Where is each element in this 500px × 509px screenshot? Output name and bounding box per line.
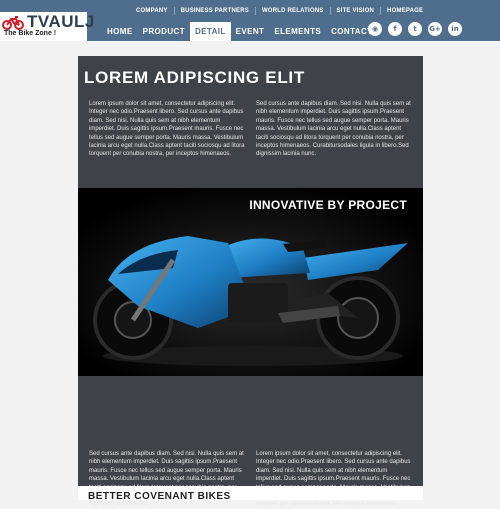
next-section-title: BETTER COVENANT BIKES [88,491,231,502]
motorcycle-image [78,188,423,376]
article-title: LOREM ADIPISCING ELIT [84,68,305,87]
util-link-company[interactable]: COMPANY [130,7,174,15]
intro-left-text: Lorem ipsum dolor sit amet, consectetur … [89,101,245,158]
motorcycle-photo: INNOVATIVE BY PROJECT [78,188,423,376]
article-header: LOREM ADIPISCING ELIT Lorem ipsum dolor … [78,56,423,188]
outro-right-text: Lorem ipsum dolor sit amet, consectetur … [256,451,411,508]
top-header: TVAULJ The Bike Zone ! COMPANY BUSINESS … [0,0,500,41]
intro-right-text: Sed cursus ante dapibus diam. Sed nisi. … [256,101,411,158]
nav-event[interactable]: EVENT [231,22,270,41]
google-plus-icon[interactable]: G+ [428,22,442,36]
brand-tagline: The Bike Zone ! [4,30,57,37]
nav-elements[interactable]: ELEMENTS [269,22,326,41]
util-link-world-relations[interactable]: WORLD RELATIONS [254,7,330,15]
brand-name: TVAULJ [27,12,95,31]
logo[interactable]: TVAULJ The Bike Zone ! [0,12,94,41]
article-footer: Sed cursus ante dapibus diam. Sed nisi. … [78,376,423,507]
image-caption: INNOVATIVE BY PROJECT [249,198,407,212]
article-card: LOREM ADIPISCING ELIT Lorem ipsum dolor … [78,56,423,507]
linkedin-icon[interactable]: in [448,22,462,36]
util-link-site-vision[interactable]: SITE VISION [329,7,381,15]
utility-nav: COMPANY BUSINESS PARTNERS WORLD RELATION… [130,7,429,15]
next-section: BETTER COVENANT BIKES [78,486,423,502]
twitter-icon[interactable]: t [408,22,422,36]
facebook-icon[interactable]: f [388,22,402,36]
nav-home[interactable]: HOME [102,22,138,41]
nav-product[interactable]: PRODUCT [138,22,190,41]
util-link-business-partners[interactable]: BUSINESS PARTNERS [173,7,255,15]
main-nav: HOME PRODUCT DETAIL EVENT ELEMENTS CONTA… [102,22,377,41]
nav-detail[interactable]: DETAIL [189,22,231,41]
motorcycle-logo-icon [2,16,24,30]
rss-icon[interactable]: ◉ [368,22,382,36]
util-link-homepage[interactable]: HOMEPAGE [380,7,429,15]
